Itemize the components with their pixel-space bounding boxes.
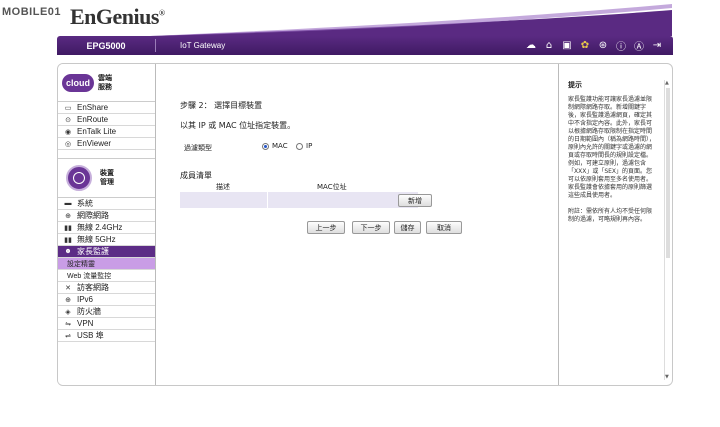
sidebar-item-usb[interactable]: ⇌ USB 埠 xyxy=(58,330,155,342)
sidebar-item-vpn[interactable]: ⇋ VPN xyxy=(58,318,155,330)
device-management-icon xyxy=(66,165,92,191)
brand-logo: EnGenius® xyxy=(70,4,165,29)
parental-icon: ☻ xyxy=(64,248,72,255)
monitor-icon: ▬ xyxy=(64,200,72,207)
account-icon[interactable]: Ⓐ xyxy=(633,40,645,53)
gear-icon[interactable]: ✿ xyxy=(579,40,591,52)
sidebar-subitem-setup-wizard[interactable]: 設定精靈 xyxy=(58,258,155,270)
add-button[interactable]: 新增 xyxy=(398,194,432,207)
sidebar-item-ipv6[interactable]: ⊕ IPv6 xyxy=(58,294,155,306)
cloud-service-label: 雲端服務 xyxy=(98,73,112,91)
hint-title: 提示 xyxy=(568,81,582,89)
usb-icon: ⇌ xyxy=(65,332,71,340)
scroll-thumb[interactable] xyxy=(666,88,670,258)
main-panel: 步驟 2： 選擇目標裝置 以其 IP 或 MAC 位址指定裝置。 過濾類型 MA… xyxy=(156,64,558,385)
ipv6-icon: ⊕ xyxy=(65,296,71,304)
prev-button[interactable]: 上一步 xyxy=(307,221,345,234)
next-button[interactable]: 下一步 xyxy=(352,221,390,234)
cloud-service-header: cloud 雲端服務 xyxy=(58,64,155,102)
gateway-title: IoT Gateway xyxy=(180,41,226,50)
save-button[interactable]: 儲存 xyxy=(394,221,421,234)
sidebar-subitem-web-traffic[interactable]: Web 流量監控 xyxy=(58,270,155,282)
sidebar-item-enroute[interactable]: ⊙ EnRoute xyxy=(58,114,155,126)
vpn-icon: ⇋ xyxy=(65,320,71,328)
sidebar-item-guest-network[interactable]: ✕ 訪客網路 xyxy=(58,282,155,294)
globe-icon: ⊕ xyxy=(65,212,71,220)
home-icon[interactable]: ⌂ xyxy=(543,40,555,52)
radio-ip-dot[interactable] xyxy=(296,142,303,150)
wireless-icon: ▮▮ xyxy=(64,236,72,244)
scroll-down-icon[interactable]: ▼ xyxy=(665,374,669,380)
radio-mac-dot[interactable] xyxy=(262,142,269,150)
sidebar-item-enshare[interactable]: ▭ EnShare xyxy=(58,102,155,114)
sidebar-item-enviewer[interactable]: ◎ EnViewer xyxy=(58,138,155,150)
device-management-label: 裝置管理 xyxy=(100,169,114,186)
hint-note: 附註：需依所有人均不受任何限制的過濾，可略規則再內容。 xyxy=(568,208,653,223)
step-title: 步驟 2： 選擇目標裝置 xyxy=(180,101,263,110)
sidebar-item-wireless-24[interactable]: ▮▮ 無線 2.4GHz xyxy=(58,222,155,234)
share-icon: ▭ xyxy=(64,104,72,112)
talk-icon: ◉ xyxy=(64,128,72,136)
topbar-icons: ☁ ⌂ ▣ ✿ ⊛ ⓘ Ⓐ ⇥ xyxy=(525,40,663,53)
cloud-upload-icon[interactable]: ☁ xyxy=(525,40,537,52)
sidebar-item-internet[interactable]: ⊕ 網際網路 xyxy=(58,210,155,222)
device-icon[interactable]: ▣ xyxy=(561,40,573,52)
sidebar-item-parental-control[interactable]: ☻ 家長監護 xyxy=(58,246,155,258)
hint-scrollbar[interactable]: ▲ ▼ xyxy=(664,80,670,380)
firewall-icon: ◈ xyxy=(65,308,71,316)
hint-text: 家長監護功能可讓家長過濾並限制網際網路存取。新增關鍵字後，家長監護過濾網頁，確定… xyxy=(568,96,656,199)
hint-panel: 提示 家長監護功能可讓家長過濾並限制網際網路存取。新增關鍵字後，家長監護過濾網頁… xyxy=(558,64,672,385)
sidebar-item-firewall[interactable]: ◈ 防火牆 xyxy=(58,306,155,318)
wireless-icon: ▮▮ xyxy=(64,224,72,232)
step-subtitle: 以其 IP 或 MAC 位址指定裝置。 xyxy=(180,121,296,130)
column-header-description: 描述 xyxy=(216,183,230,191)
row-separator xyxy=(267,192,268,208)
logout-icon[interactable]: ⇥ xyxy=(651,40,663,52)
top-bar: EPG5000 IoT Gateway ☁ ⌂ ▣ ✿ ⊛ ⓘ Ⓐ ⇥ xyxy=(57,36,673,55)
sidebar-item-system[interactable]: ▬ 系統 xyxy=(58,198,155,210)
viewer-icon: ◎ xyxy=(64,140,72,148)
radio-mac[interactable]: MAC xyxy=(262,142,288,150)
cloud-icon: cloud xyxy=(62,73,94,92)
member-input-row xyxy=(180,192,418,208)
info-icon[interactable]: ⓘ xyxy=(615,40,627,53)
cancel-button[interactable]: 取消 xyxy=(426,221,462,234)
member-list-title: 成員清單 xyxy=(180,171,212,180)
topbar-divider xyxy=(155,39,156,52)
model-name: EPG5000 xyxy=(86,40,126,51)
device-management-header: 裝置管理 xyxy=(58,158,155,198)
filter-type-label: 過濾類型 xyxy=(184,144,212,152)
radio-ip[interactable]: IP xyxy=(296,142,312,150)
column-header-mac: MAC位址 xyxy=(317,183,347,191)
content-frame: cloud 雲端服務 ▭ EnShare ⊙ EnRoute ◉ EnTalk Lit… xyxy=(57,63,673,386)
globe-icon[interactable]: ⊛ xyxy=(597,40,609,52)
sidebar-item-wireless-5[interactable]: ▮▮ 無線 5GHz xyxy=(58,234,155,246)
scroll-up-icon[interactable]: ▲ xyxy=(665,80,669,86)
route-icon: ⊙ xyxy=(65,116,71,124)
guest-icon: ✕ xyxy=(65,284,71,292)
sidebar-item-entalk-lite[interactable]: ◉ EnTalk Lite xyxy=(58,126,155,138)
sidebar: cloud 雲端服務 ▭ EnShare ⊙ EnRoute ◉ EnTalk Lit… xyxy=(58,64,156,385)
